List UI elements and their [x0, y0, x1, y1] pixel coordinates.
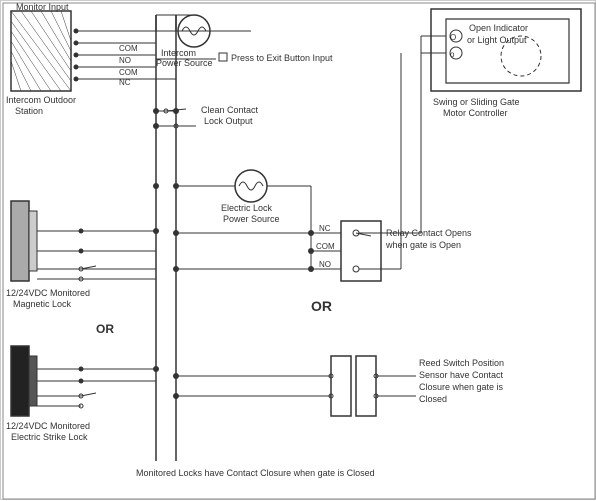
svg-text:Press to Exit Button Input: Press to Exit Button Input [231, 53, 333, 63]
svg-text:Swing or Sliding Gate: Swing or Sliding Gate [433, 97, 520, 107]
svg-text:Magnetic Lock: Magnetic Lock [13, 299, 72, 309]
wiring-diagram: Monitor Input Intercom Outdoor Station I… [0, 0, 596, 500]
svg-text:Power Source: Power Source [223, 214, 280, 224]
svg-text:when gate is Open: when gate is Open [385, 240, 461, 250]
svg-text:Open Indicator: Open Indicator [469, 23, 528, 33]
svg-text:Motor Controller: Motor Controller [443, 108, 508, 118]
svg-text:12/24VDC Monitored: 12/24VDC Monitored [6, 288, 90, 298]
svg-text:Reed Switch Position: Reed Switch Position [419, 358, 504, 368]
svg-text:Lock Output: Lock Output [204, 116, 253, 126]
svg-text:Sensor have Contact: Sensor have Contact [419, 370, 504, 380]
svg-text:Closure when gate is: Closure when gate is [419, 382, 504, 392]
svg-text:or Light Output: or Light Output [467, 35, 527, 45]
svg-text:COM: COM [119, 68, 138, 77]
svg-text:o: o [450, 50, 455, 59]
svg-text:NO: NO [319, 260, 331, 269]
svg-text:Clean Contact: Clean Contact [201, 105, 259, 115]
svg-text:Electric Lock: Electric Lock [221, 203, 273, 213]
svg-text:NO: NO [119, 56, 131, 65]
svg-text:NC: NC [319, 224, 331, 233]
svg-text:Electric Strike Lock: Electric Strike Lock [11, 432, 88, 442]
svg-text:Monitored Locks have Contact C: Monitored Locks have Contact Closure whe… [136, 468, 375, 478]
svg-text:OR: OR [311, 298, 332, 314]
svg-text:Closed: Closed [419, 394, 447, 404]
svg-text:12/24VDC Monitored: 12/24VDC Monitored [6, 421, 90, 431]
monitor-input-label: Monitor Input [16, 2, 69, 12]
svg-text:COM: COM [119, 44, 138, 53]
svg-text:Intercom: Intercom [161, 48, 196, 58]
svg-text:Station: Station [15, 106, 43, 116]
svg-text:O: O [450, 33, 456, 42]
svg-text:Intercom Outdoor: Intercom Outdoor [6, 95, 76, 105]
svg-text:COM: COM [316, 242, 335, 251]
svg-text:OR: OR [96, 322, 114, 336]
svg-text:NC: NC [119, 78, 131, 87]
